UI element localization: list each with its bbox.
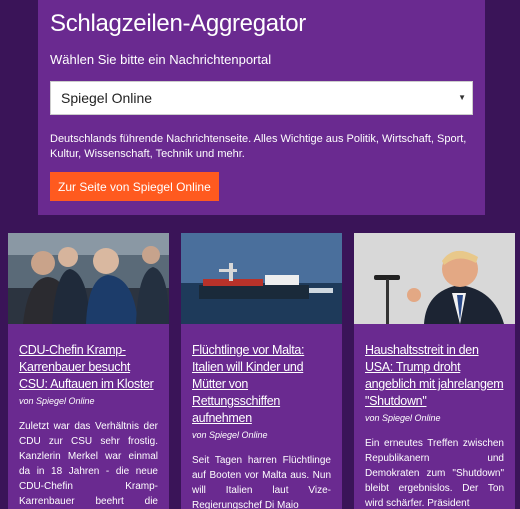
- article-image[interactable]: [181, 233, 342, 324]
- chevron-down-icon: ▼: [458, 93, 466, 102]
- article-source: von Spiegel Online: [19, 396, 95, 406]
- article-list: CDU-Chefin Kramp-Karrenbauer besucht CSU…: [0, 233, 520, 509]
- portal-select-label: Wählen Sie bitte ein Nachrichtenportal: [50, 52, 272, 67]
- visit-portal-button[interactable]: Zur Seite von Spiegel Online: [50, 172, 219, 201]
- article-image[interactable]: [354, 233, 515, 324]
- article-teaser: Ein erneutes Treffen zwischen Republikan…: [365, 438, 504, 509]
- portal-select[interactable]: Spiegel Online ▼: [50, 81, 473, 115]
- app-title: Schlagzeilen-Aggregator: [50, 10, 306, 37]
- portal-select-value: Spiegel Online: [61, 90, 153, 106]
- portal-selector-panel: Schlagzeilen-Aggregator Wählen Sie bitte…: [38, 0, 485, 215]
- article-title-link[interactable]: CDU-Chefin Kramp-Karrenbauer besucht CSU…: [19, 342, 158, 393]
- article-card: CDU-Chefin Kramp-Karrenbauer besucht CSU…: [8, 233, 169, 509]
- article-source: von Spiegel Online: [192, 430, 268, 440]
- article-source: von Spiegel Online: [365, 413, 441, 423]
- article-card: Haushaltsstreit in den USA: Trump droht …: [354, 233, 515, 509]
- article-title-link[interactable]: Flüchtlinge vor Malta: Italien will Kind…: [192, 342, 331, 427]
- article-teaser: Seit Tagen harren Flüchtlinge auf Booten…: [192, 455, 331, 509]
- article-card: Flüchtlinge vor Malta: Italien will Kind…: [181, 233, 342, 509]
- portal-description: Deutschlands führende Nachrichtenseite. …: [50, 133, 467, 160]
- article-teaser: Zuletzt war das Verhältnis der CDU zur C…: [19, 421, 158, 507]
- article-title-link[interactable]: Haushaltsstreit in den USA: Trump droht …: [365, 342, 504, 410]
- article-image[interactable]: [8, 233, 169, 324]
